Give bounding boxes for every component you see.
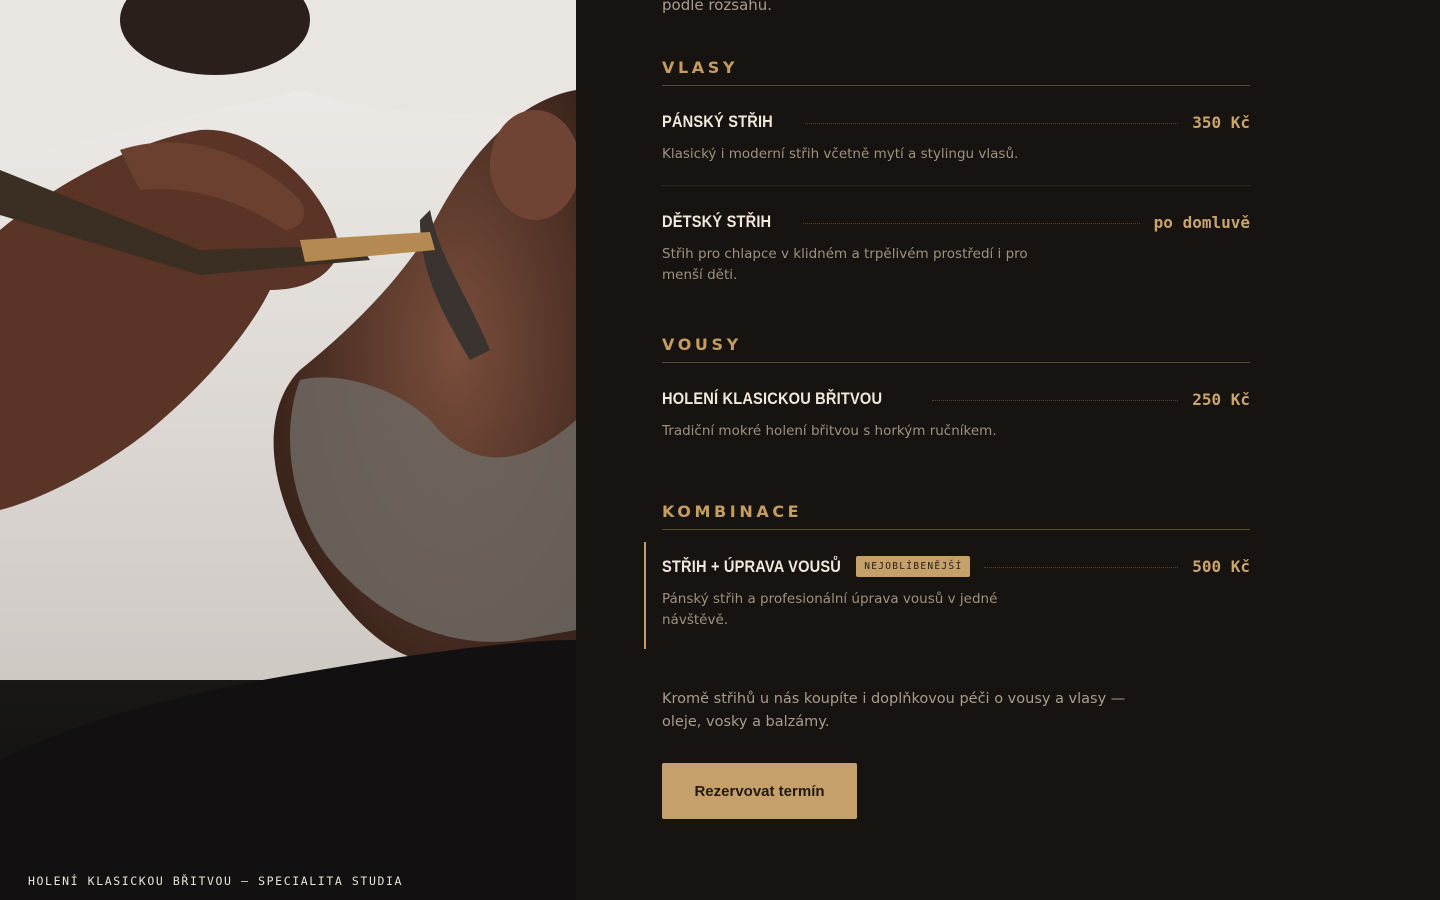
menu-item-featured: STŘIH + ÚPRAVA VOUSŮ NEJOBLÍBENĚJŠÍ 500 … [644,530,1250,651]
item-description: Klasický i moderní střih včetně mytí a s… [662,146,1019,162]
item-price: 250 Kč [1192,389,1250,409]
dotted-leader [803,222,1140,224]
barber-shaving-illustration [0,0,576,900]
hero-photo: HOLENÍ KLASICKOU BŘITVOU — SPECIALITA ST… [0,0,576,900]
item-name: HOLENÍ KLASICKOU BŘITVOU [662,389,883,408]
section-vousy: VOUSY HOLENÍ KLASICKOU BŘITVOU 250 Kč Tr… [662,335,1250,462]
price-menu: podle rozsahu. VLASY PÁNSKÝ STŘIH 350 Kč… [576,0,1440,900]
popular-badge: NEJOBLÍBENĚJŠÍ [856,556,971,577]
section-title: VOUSY [662,335,1250,363]
item-description: Tradiční mokré holení břitvou s horkým r… [662,423,997,439]
item-description: Pánský střih a profesionální úprava vous… [662,591,998,628]
photo-caption: HOLENÍ KLASICKOU BŘITVOU — SPECIALITA ST… [28,874,404,888]
menu-item: PÁNSKÝ STŘIH 350 Kč Klasický i moderní s… [662,86,1250,185]
item-price: po domluvě [1153,212,1250,232]
item-name: DĚTSKÝ STŘIH [662,212,772,231]
menu-item: DĚTSKÝ STŘIH po domluvě Střih pro chlapc… [662,185,1250,306]
item-name: STŘIH + ÚPRAVA VOUSŮ [662,556,842,576]
section-title: KOMBINACE [662,502,1250,530]
item-name: PÁNSKÝ STŘIH [662,112,773,131]
dotted-leader [984,567,1179,568]
section-title: VLASY [662,58,1250,86]
intro-text: podle rozsahu. [662,0,773,14]
extra-products-note: Kromě střihů u nás koupíte i doplňkovou … [662,691,1126,730]
section-kombinace: KOMBINACE STŘIH + ÚPRAVA VOUSŮ NEJOBLÍBE… [644,502,1250,651]
book-appointment-button[interactable]: Rezervovat termín [662,763,857,819]
dotted-leader [804,122,1179,124]
item-price: 500 Kč [1192,557,1250,576]
menu-item: HOLENÍ KLASICKOU BŘITVOU 250 Kč Tradiční… [662,363,1250,462]
item-price: 350 Kč [1192,112,1250,132]
item-description: Střih pro chlapce v klidném a trpělivém … [662,246,1028,283]
section-vlasy: VLASY PÁNSKÝ STŘIH 350 Kč Klasický i mod… [662,58,1250,306]
dotted-leader [932,399,1179,401]
